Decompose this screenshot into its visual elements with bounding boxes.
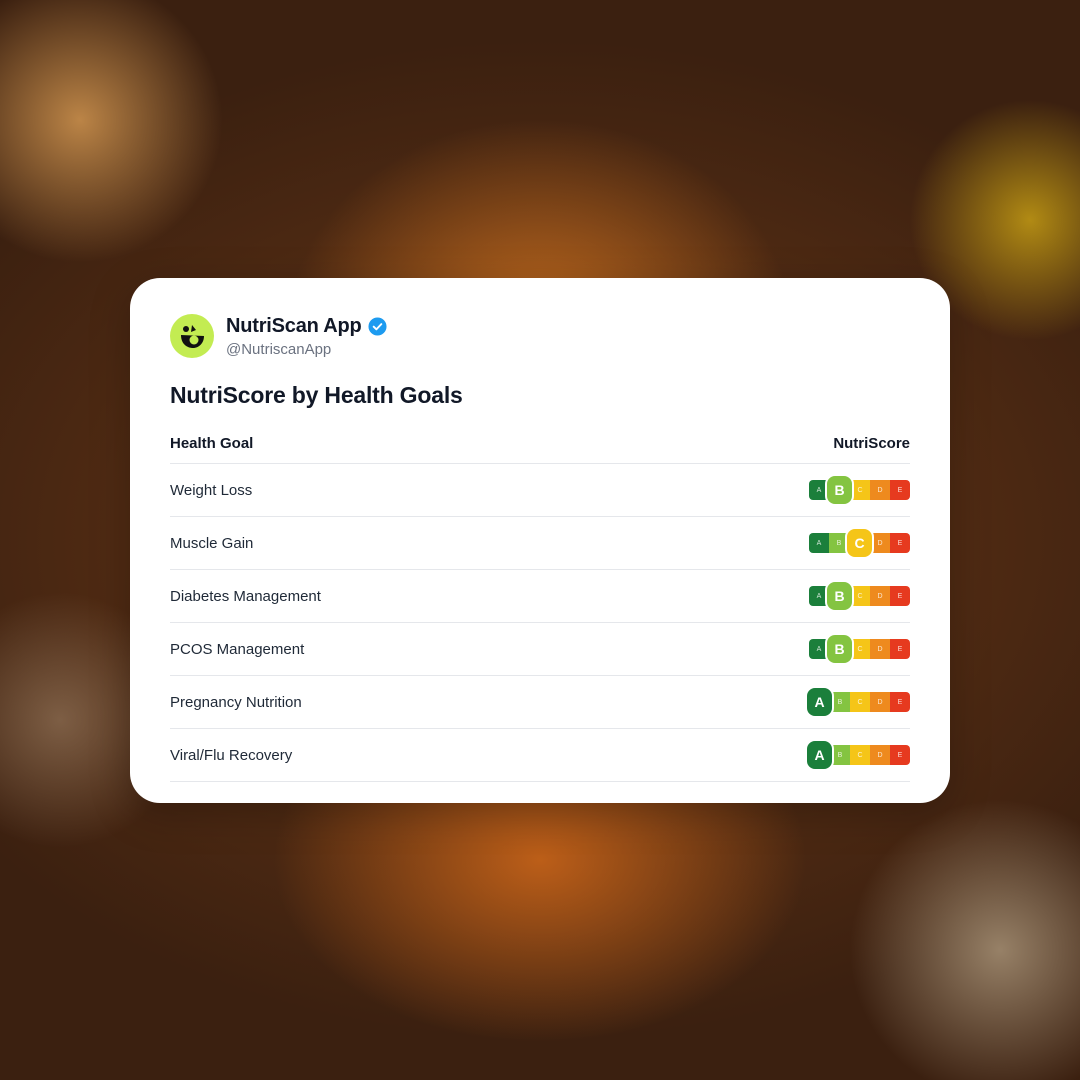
post-title: NutriScore by Health Goals [170,382,463,408]
nutriscore-badge: ABCDE [807,741,910,769]
nutriscore-grade-c: C [847,529,872,557]
health-goal-label: Pregnancy Nutrition [170,693,302,711]
nutriscore-grade-e: E [890,745,910,765]
verified-badge-icon [368,316,387,336]
nutriscore-badge: ABCDE [807,688,910,716]
nutriscore-grade-d: D [870,586,890,606]
nutriscore-grade-c: C [850,586,870,606]
nutriscore-grade-e: E [890,639,910,659]
post-card: NutriScan App @NutriscanApp NutriScore b… [130,278,950,803]
nutriscore-badge: ABCDE [809,582,910,610]
nutriscore-grade-d: D [870,692,890,712]
nutriscore-grade-c: C [850,692,870,712]
table-header: Health Goal NutriScore [170,435,910,464]
table-row: Diabetes Management A B C D E [170,570,910,623]
column-header-nutriscore: NutriScore [833,435,910,452]
account-identity: NutriScan App @NutriscanApp [226,315,387,358]
avatar[interactable] [170,314,214,358]
nutriscore-grade-b: B [829,533,849,553]
health-goal-label: Muscle Gain [170,534,254,552]
table-row: Weight Loss A B C D E [170,464,910,517]
nutriscore-grade-d: D [870,480,890,500]
nutriscore-grade-b: B [827,582,852,610]
table-row: Muscle Gain A B C D E [170,517,910,570]
account-name[interactable]: NutriScan App [226,315,362,338]
nutriscore-grade-e: E [890,533,910,553]
nutriscore-grade-d: D [870,639,890,659]
health-goal-label: PCOS Management [170,640,305,658]
nutriscore-grade-c: C [850,745,870,765]
health-goal-label: Viral/Flu Recovery [170,746,293,764]
account-handle[interactable]: @NutriscanApp [226,341,387,358]
table-row: Pregnancy Nutrition A B C D E [170,676,910,729]
health-goal-label: Weight Loss [170,481,253,499]
health-goal-label: Diabetes Management [170,587,321,605]
nutriscore-grade-a: A [809,480,829,500]
nutriscore-grade-e: E [890,586,910,606]
nutriscore-grade-a: A [807,688,832,716]
nutriscore-grade-b: B [830,692,850,712]
nutriscore-badge: ABCDE [809,529,910,557]
nutriscore-grade-a: A [809,533,829,553]
table-row: PCOS Management A B C D E [170,623,910,676]
nutriscore-grade-e: E [890,480,910,500]
column-header-goal: Health Goal [170,435,254,452]
nutriscan-logo-icon [181,325,204,348]
nutriscore-grade-a: A [807,741,832,769]
post-header: NutriScan App @NutriscanApp [170,314,910,358]
nutriscore-grade-a: A [809,639,829,659]
nutriscore-grade-a: A [809,586,829,606]
nutriscore-badge: ABCDE [809,635,910,663]
table-body: Weight Loss A B C D E Muscle Gain A B C D E Diabetes… [170,464,910,782]
nutriscore-grade-b: B [827,476,852,504]
nutriscore-grade-e: E [890,692,910,712]
nutriscore-grade-c: C [850,639,870,659]
table-row: Viral/Flu Recovery A B C D E [170,729,910,782]
nutriscore-grade-d: D [870,745,890,765]
nutriscore-grade-c: C [850,480,870,500]
nutriscore-grade-b: B [827,635,852,663]
nutriscore-grade-d: D [870,533,890,553]
nutriscore-badge: ABCDE [809,476,910,504]
nutriscore-grade-b: B [830,745,850,765]
